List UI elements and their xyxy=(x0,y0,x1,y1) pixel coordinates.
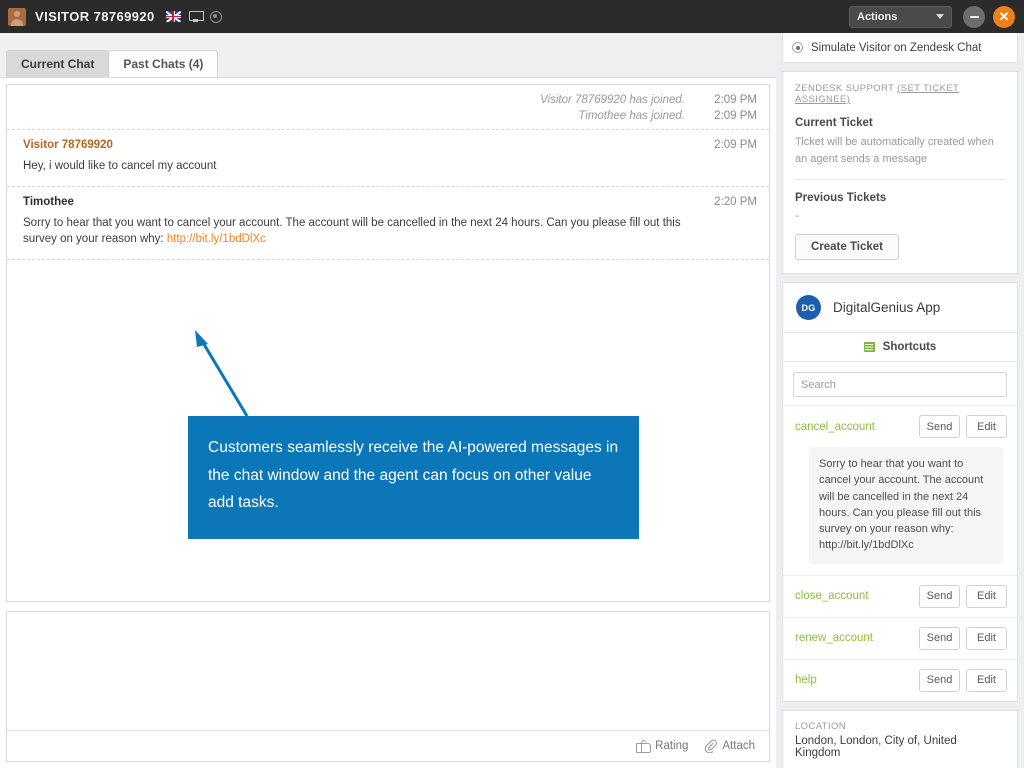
chat-message-time: 2:09 PM xyxy=(714,139,757,151)
digitalgenius-avatar: DG xyxy=(796,295,821,320)
tab-current-chat-label: Current Chat xyxy=(21,57,94,71)
shortcuts-search-wrapper xyxy=(783,362,1017,405)
shortcut-item-close-account: close_account Send Edit xyxy=(783,575,1017,617)
current-ticket-heading: Current Ticket xyxy=(795,117,1005,129)
window-title-bar: VISITOR 78769920 Actions ✕ xyxy=(0,0,1024,33)
create-ticket-button[interactable]: Create Ticket xyxy=(795,234,899,260)
shortcut-row: cancel_account Send Edit xyxy=(795,415,1007,438)
chat-transcript: Visitor 78769920 has joined. 2:09 PM Tim… xyxy=(6,84,770,602)
search-input[interactable] xyxy=(793,372,1007,397)
shortcut-edit-button[interactable]: Edit xyxy=(966,627,1007,650)
tab-current-chat[interactable]: Current Chat xyxy=(6,50,109,77)
zendesk-section-label: ZENDESK SUPPORT (Set ticket assignee) xyxy=(795,83,1005,105)
chat-message-text: Sorry to hear that you want to cancel yo… xyxy=(23,217,681,246)
shortcut-send-button[interactable]: Send xyxy=(919,627,960,650)
shortcut-name[interactable]: help xyxy=(795,674,913,686)
location-value: London, London, City of, United Kingdom xyxy=(795,735,1005,759)
shortcuts-tab[interactable]: Shortcuts xyxy=(783,332,1017,362)
system-events-block: Visitor 78769920 has joined. 2:09 PM Tim… xyxy=(7,85,769,130)
shortcut-send-button[interactable]: Send xyxy=(919,415,960,438)
shortcut-edit-button[interactable]: Edit xyxy=(966,585,1007,608)
digitalgenius-header: DG DigitalGenius App xyxy=(783,283,1017,332)
radio-selected-icon[interactable] xyxy=(792,42,803,53)
system-event-time: 2:09 PM xyxy=(703,110,757,122)
message-input[interactable] xyxy=(7,612,769,730)
right-sidebar: Simulate Visitor on Zendesk Chat ZENDESK… xyxy=(776,33,1024,768)
tab-past-chats-label: Past Chats (4) xyxy=(123,57,203,71)
digitalgenius-app-title: DigitalGenius App xyxy=(833,300,940,315)
attach-button[interactable]: Attach xyxy=(704,739,755,753)
digitalgenius-app-card: DG DigitalGenius App Shortcuts cancel_ac… xyxy=(782,282,1018,702)
record-circle-icon xyxy=(210,11,222,23)
shortcut-preview-text: Sorry to hear that you want to cancel yo… xyxy=(809,447,1003,564)
shortcut-row: help Send Edit xyxy=(795,669,1007,692)
chat-tab-strip: Current Chat Past Chats (4) xyxy=(0,33,776,78)
simulate-visitor-label: Simulate Visitor on Zendesk Chat xyxy=(811,42,981,54)
rating-button[interactable]: Rating xyxy=(636,740,688,753)
zendesk-support-card: ZENDESK SUPPORT (Set ticket assignee) Cu… xyxy=(782,71,1018,274)
monitor-icon xyxy=(189,11,202,22)
chat-message-body: Sorry to hear that you want to cancel yo… xyxy=(23,215,703,248)
shortcut-send-button[interactable]: Send xyxy=(919,585,960,608)
shortcut-name[interactable]: close_account xyxy=(795,590,913,602)
minus-icon xyxy=(970,16,979,18)
shortcut-row: renew_account Send Edit xyxy=(795,627,1007,650)
page-title: VISITOR 78769920 xyxy=(35,9,155,24)
system-event-row: Timothee has joined. 2:09 PM xyxy=(7,108,769,124)
uk-flag-icon xyxy=(166,11,181,22)
previous-tickets-value: - xyxy=(795,210,1005,222)
shortcut-name[interactable]: renew_account xyxy=(795,632,913,644)
shortcut-item-renew-account: renew_account Send Edit xyxy=(783,617,1017,659)
paperclip-icon xyxy=(704,739,717,753)
composer-toolbar: Rating Attach xyxy=(7,730,769,761)
chevron-down-icon xyxy=(936,14,944,19)
actions-dropdown[interactable]: Actions xyxy=(849,6,952,28)
message-composer: Rating Attach xyxy=(6,611,770,762)
shortcut-edit-button[interactable]: Edit xyxy=(966,415,1007,438)
annotation-arrow-icon xyxy=(187,328,257,420)
minimize-button[interactable] xyxy=(963,6,985,28)
rating-label: Rating xyxy=(655,740,688,752)
chat-message-author: Timothee xyxy=(23,196,74,208)
thumbs-up-icon xyxy=(636,740,650,753)
system-event-text: Visitor 78769920 has joined. xyxy=(7,94,703,106)
system-event-row: Visitor 78769920 has joined. 2:09 PM xyxy=(7,92,769,108)
chat-message-header: Timothee 2:20 PM xyxy=(23,196,757,208)
chat-message-body: Hey, i would like to cancel my account xyxy=(23,158,703,175)
shortcut-edit-button[interactable]: Edit xyxy=(966,669,1007,692)
shortcut-name[interactable]: cancel_account xyxy=(795,421,913,433)
annotation-text: Customers seamlessly receive the AI-powe… xyxy=(188,416,639,517)
close-icon: ✕ xyxy=(999,10,1010,23)
shortcut-send-button[interactable]: Send xyxy=(919,669,960,692)
visitor-info-card: LOCATION London, London, City of, United… xyxy=(782,710,1018,768)
shortcut-item-cancel-account: cancel_account Send Edit Sorry to hear t… xyxy=(783,405,1017,575)
zendesk-section-title: ZENDESK SUPPORT xyxy=(795,83,894,94)
shortcuts-label: Shortcuts xyxy=(883,341,937,353)
chat-message-agent: Timothee 2:20 PM Sorry to hear that you … xyxy=(7,187,769,260)
system-event-time: 2:09 PM xyxy=(703,94,757,106)
tab-past-chats[interactable]: Past Chats (4) xyxy=(108,50,218,77)
chat-message-time: 2:20 PM xyxy=(714,196,757,208)
shortcut-item-help: help Send Edit xyxy=(783,659,1017,701)
close-button[interactable]: ✕ xyxy=(993,6,1015,28)
annotation-callout: Customers seamlessly receive the AI-powe… xyxy=(188,416,639,539)
divider xyxy=(795,179,1005,180)
location-label: LOCATION xyxy=(795,721,1005,732)
previous-tickets-heading: Previous Tickets xyxy=(795,192,1005,204)
simulate-visitor-row[interactable]: Simulate Visitor on Zendesk Chat xyxy=(782,33,1018,63)
shortcut-row: close_account Send Edit xyxy=(795,585,1007,608)
visitor-avatar-icon xyxy=(8,8,26,26)
list-icon xyxy=(864,342,875,352)
attach-label: Attach xyxy=(722,740,755,752)
chat-message-author: Visitor 78769920 xyxy=(23,139,113,151)
current-ticket-text: Ticket will be automatically created whe… xyxy=(795,134,1005,167)
chat-message-visitor: Visitor 78769920 2:09 PM Hey, i would li… xyxy=(7,130,769,187)
chat-message-header: Visitor 78769920 2:09 PM xyxy=(23,139,757,151)
survey-link[interactable]: http://bit.ly/1bdDlXc xyxy=(167,233,266,245)
system-event-text: Timothee has joined. xyxy=(7,110,703,122)
create-ticket-label: Create Ticket xyxy=(811,241,883,253)
actions-dropdown-label: Actions xyxy=(857,11,897,23)
